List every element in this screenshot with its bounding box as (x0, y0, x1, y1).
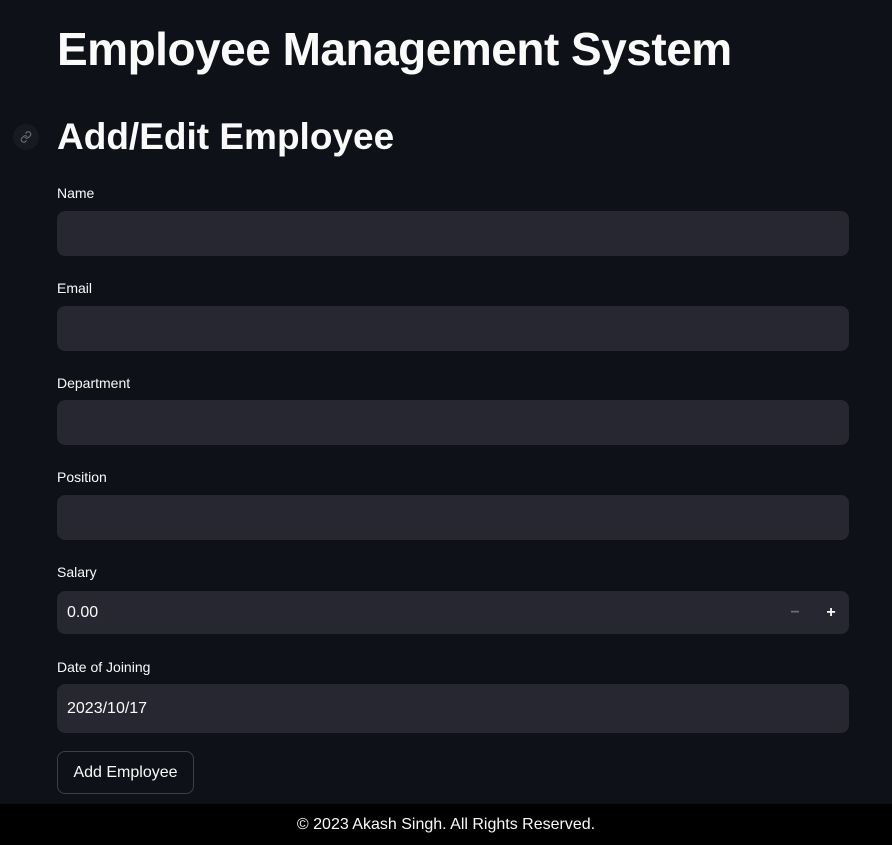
salary-increment-button[interactable]: + (813, 591, 849, 634)
department-label: Department (57, 375, 131, 391)
salary-decrement-button[interactable]: − (777, 591, 813, 634)
footer: © 2023 Akash Singh. All Rights Reserved. (0, 804, 892, 845)
name-input[interactable] (57, 211, 849, 256)
salary-value[interactable]: 0.00 (57, 604, 777, 622)
heading-anchor-link[interactable] (13, 124, 39, 150)
department-input[interactable] (57, 400, 849, 445)
date-of-joining-input[interactable]: 2023/10/17 (57, 684, 849, 733)
position-input[interactable] (57, 495, 849, 540)
position-label: Position (57, 469, 107, 485)
salary-number-input[interactable]: 0.00 − + (57, 591, 849, 634)
date-of-joining-label: Date of Joining (57, 659, 151, 675)
link-icon (20, 131, 32, 143)
footer-copyright: © 2023 Akash Singh. All Rights Reserved. (296, 815, 596, 833)
section-title: Add/Edit Employee (57, 116, 395, 157)
name-label: Name (57, 185, 95, 201)
add-employee-button[interactable]: Add Employee (57, 751, 194, 794)
email-label: Email (57, 280, 93, 296)
page-title: Employee Management System (57, 23, 732, 75)
salary-label: Salary (57, 564, 97, 580)
app-page: Employee Management System Add/Edit Empl… (0, 0, 892, 845)
email-input[interactable] (57, 306, 849, 351)
